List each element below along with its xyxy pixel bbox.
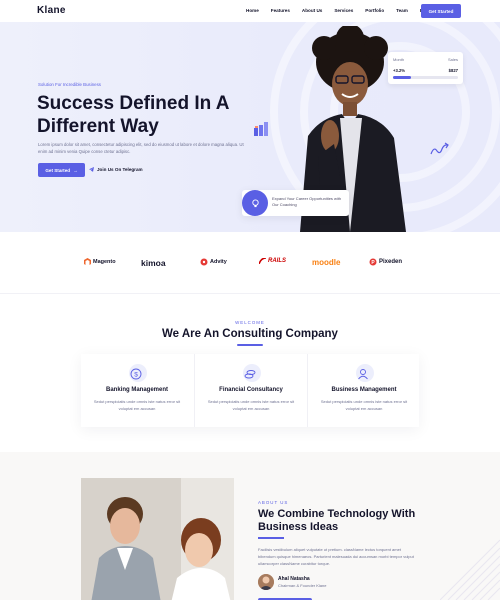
stripes-decor <box>440 539 500 600</box>
sales-stats-card: Month Sales +3.2% $827 <box>388 52 463 84</box>
logo-moodle-text: moodle <box>312 258 341 267</box>
service-title: Financial Consultancy <box>219 387 283 393</box>
telegram-icon <box>89 167 94 172</box>
service-title: Business Management <box>331 387 397 393</box>
logo-rails: RAILS <box>259 258 286 264</box>
magento-icon <box>84 258 91 265</box>
author-role: Chairman & Founder Klane <box>278 583 327 588</box>
logo-kimoa-text: kimoa <box>141 258 166 268</box>
pixeden-icon: P <box>369 258 377 266</box>
nav-item-services[interactable]: Services <box>334 8 353 13</box>
nav-item-portfolio[interactable]: Portfolio <box>365 8 384 13</box>
avatar-image <box>258 574 274 590</box>
nav-item-about-us[interactable]: About Us <box>302 8 322 13</box>
bar-chart-icon <box>254 122 268 136</box>
logo-pixeden: P Pixeden <box>369 258 402 266</box>
about-title: We Combine Technology With Business Idea… <box>258 508 416 533</box>
nav-item-team[interactable]: Team <box>396 8 408 13</box>
author-name: Ahal Natasha <box>278 576 310 582</box>
service-banking[interactable]: $ Banking Management Sedut perspiciatis … <box>81 354 193 427</box>
service-financial[interactable]: Financial Consultancy Sedut perspiciatis… <box>194 354 306 427</box>
consulting-tag: WELCOME <box>235 320 265 325</box>
nav-item-home[interactable]: Home <box>246 8 259 13</box>
nav-get-started-button[interactable]: Get Started <box>421 4 461 18</box>
about-tag: ABOUT US <box>258 500 289 505</box>
hero-section: Solution For Incredible Business Success… <box>0 22 500 232</box>
dollar-icon: $ <box>130 368 142 380</box>
service-description: Sedut perspiciatis unde omnis iste natus… <box>93 399 181 411</box>
partner-logos-strip: Magento kimoa Advity RAILS moodle P Pixe… <box>0 232 500 294</box>
hero-tagline: Solution For Incredible Business <box>38 82 101 87</box>
avatar <box>258 574 274 590</box>
about-section: ABOUT US We Combine Technology With Busi… <box>0 452 500 600</box>
nav-item-features[interactable]: Features <box>271 8 290 13</box>
stats-month-label: Month <box>393 57 405 62</box>
squiggle-arrow-icon <box>430 142 449 155</box>
telegram-link[interactable]: Join Us On Telegram <box>89 167 143 172</box>
team-photo-image <box>81 478 234 600</box>
coins-icon <box>244 370 256 379</box>
logo-moodle: moodle <box>312 258 340 267</box>
service-description: Sedut perspiciatis unde omnis iste natus… <box>207 399 295 411</box>
logo-magento-text: Magento <box>93 259 116 265</box>
about-underline <box>258 537 284 539</box>
stats-progress-track <box>393 76 458 79</box>
stats-progress-fill <box>393 76 412 79</box>
services-card: $ Banking Management Sedut perspiciatis … <box>81 354 419 427</box>
rails-icon <box>259 258 266 264</box>
arrow-right-icon: → <box>73 167 78 173</box>
service-title: Banking Management <box>105 387 168 393</box>
advity-icon <box>200 258 208 266</box>
brand-logo[interactable]: Klane <box>37 5 66 16</box>
about-team-photo <box>81 478 234 600</box>
logo-pixeden-text: Pixeden <box>379 259 403 265</box>
service-description: Sedut perspiciatis unde omnis iste natus… <box>320 399 408 411</box>
service-business[interactable]: Business Management Sedut perspiciatis u… <box>307 354 419 427</box>
stats-sales-label: Sales <box>447 57 458 62</box>
user-icon <box>358 369 368 380</box>
logo-kimoa: kimoa <box>141 258 166 268</box>
logo-rails-text: RAILS <box>268 258 286 264</box>
consulting-title: We Are An Consulting Company <box>162 328 338 340</box>
about-description: Facilisis vestibulum aliquet vulputate u… <box>258 547 414 566</box>
coaching-text: Expand Your Career Opportunities with Ou… <box>272 196 342 207</box>
logo-advity-text: Advity <box>210 259 227 265</box>
main-menu: Home Features About Us Services Portfoli… <box>246 8 442 13</box>
lightbulb-icon <box>251 198 259 207</box>
logo-magento: Magento <box>84 258 116 266</box>
top-navbar: Klane Home Features About Us Services Po… <box>0 0 500 22</box>
telegram-label: Join Us On Telegram <box>97 167 143 172</box>
coaching-icon-badge <box>242 190 268 216</box>
consulting-underline <box>237 344 263 346</box>
stats-growth-value: +3.2% <box>393 68 405 73</box>
hero-get-started-button[interactable]: Get Started → <box>38 163 85 177</box>
hero-description: Lorem ipsum dolor sit amet, consectetur … <box>38 142 244 154</box>
hero-title: Success Defined In A Different Way <box>37 93 229 137</box>
logo-advity: Advity <box>200 258 227 266</box>
stats-amount-value: $827 <box>448 68 458 73</box>
hero-cta-label: Get Started <box>45 167 71 173</box>
svg-text:$: $ <box>134 371 138 378</box>
